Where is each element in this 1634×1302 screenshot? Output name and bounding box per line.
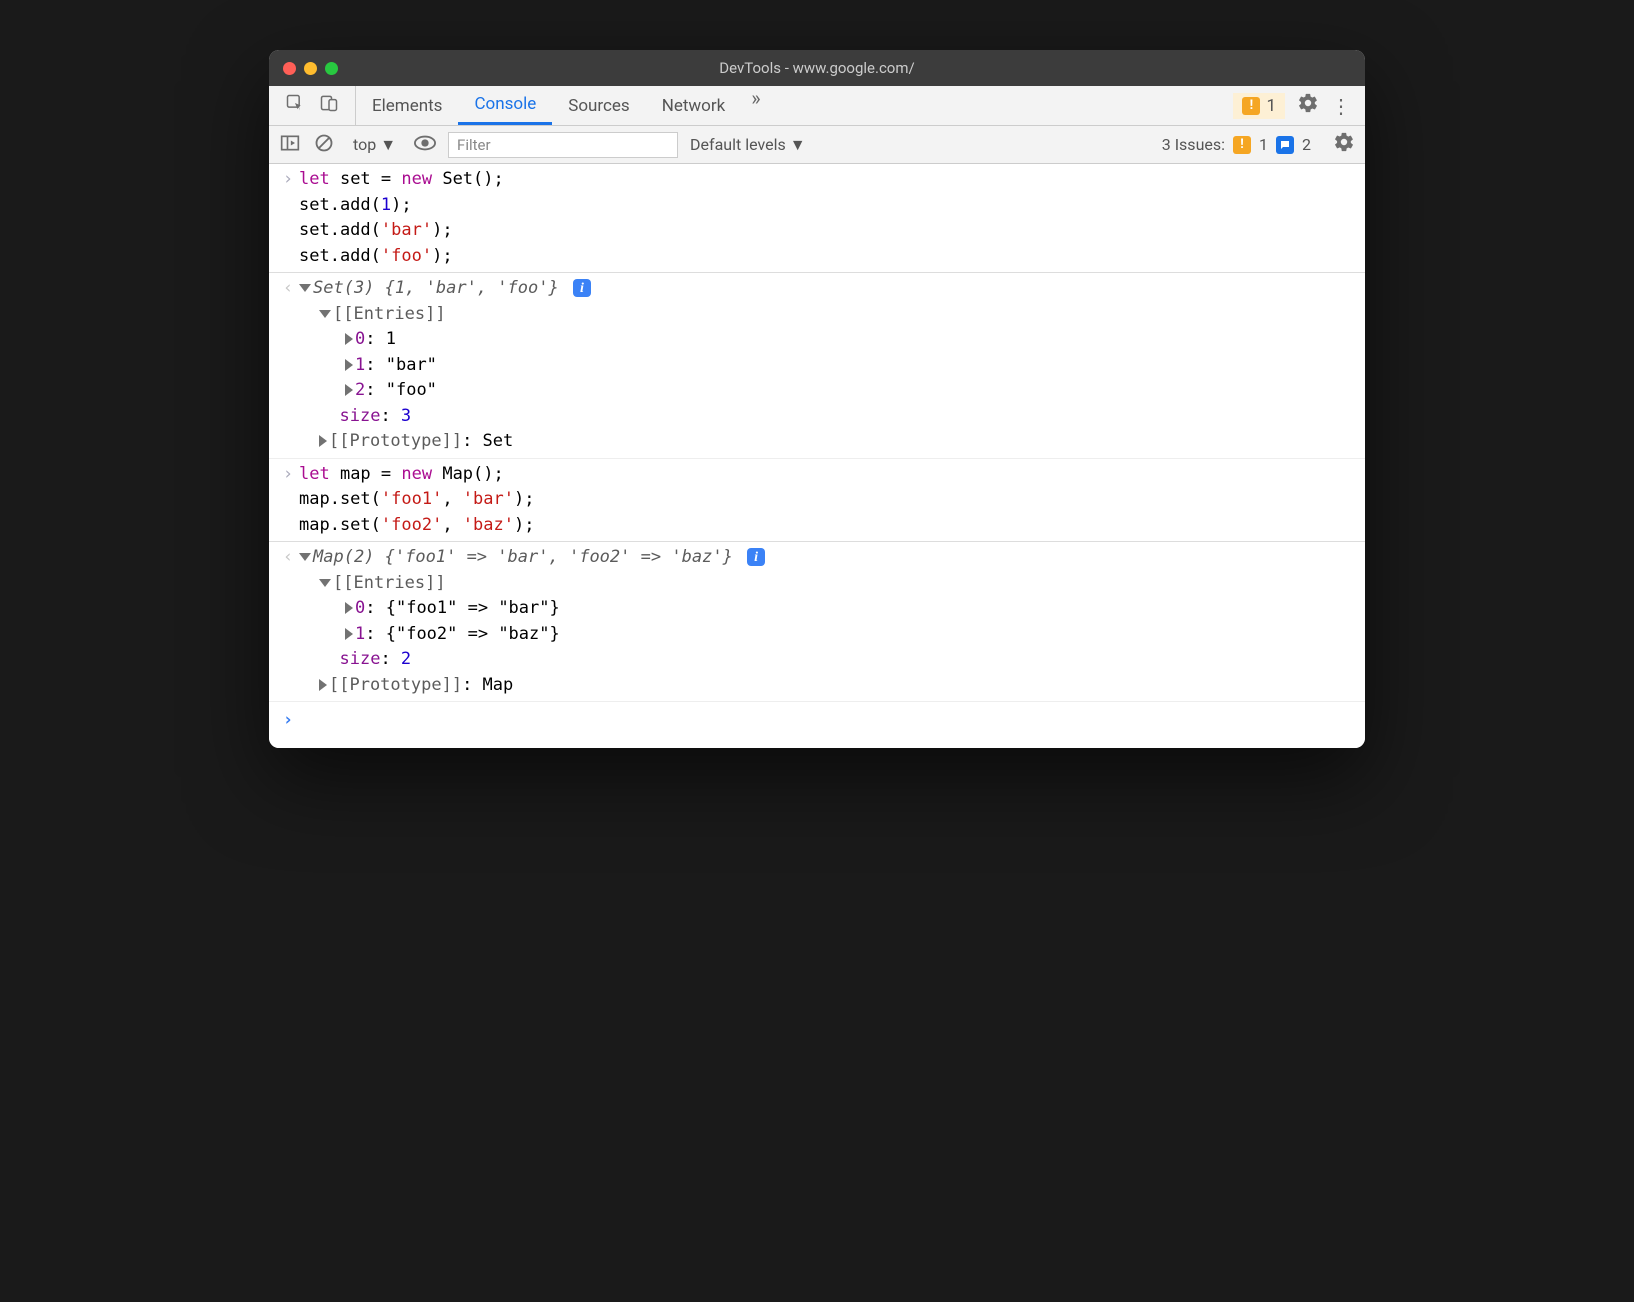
context-selector[interactable]: top ▼ — [347, 135, 402, 155]
filter-input[interactable]: Filter — [448, 132, 678, 158]
levels-label: Default levels — [690, 135, 786, 154]
issues-label: 3 Issues: — [1162, 135, 1225, 154]
devtools-window: DevTools - www.google.com/ Elements Cons… — [269, 50, 1365, 748]
object-tree[interactable]: Map(2) {'foo1' => 'bar', 'foo2' => 'baz'… — [299, 545, 1365, 698]
titlebar: DevTools - www.google.com/ — [269, 50, 1365, 86]
expand-icon[interactable] — [345, 384, 353, 396]
message-icon — [1276, 136, 1294, 154]
warning-count: 1 — [1266, 96, 1276, 116]
live-expression-icon[interactable] — [414, 135, 436, 155]
expand-icon[interactable] — [345, 628, 353, 640]
window-controls — [269, 62, 338, 75]
prompt-chevron-icon: › — [277, 708, 299, 734]
issues-summary[interactable]: 3 Issues: ! 1 2 — [1162, 135, 1311, 154]
tab-sources[interactable]: Sources — [552, 86, 645, 125]
console-input-row: › let set = new Set(); set.add(1); set.a… — [269, 164, 1365, 272]
console-input-row: › let map = new Map(); map.set('foo1', '… — [269, 459, 1365, 542]
console-output: › let set = new Set(); set.add(1); set.a… — [269, 164, 1365, 748]
more-tabs-icon[interactable]: » — [741, 86, 770, 125]
tab-network[interactable]: Network — [646, 86, 742, 125]
expand-icon[interactable] — [299, 553, 311, 561]
issues-msg-count: 2 — [1302, 135, 1311, 154]
inspect-icon[interactable] — [285, 93, 305, 118]
maximize-icon[interactable] — [325, 62, 338, 75]
output-chevron-icon: ‹ — [277, 276, 299, 455]
input-chevron-icon: › — [277, 167, 299, 269]
log-levels-selector[interactable]: Default levels ▼ — [690, 135, 806, 155]
expand-icon[interactable] — [345, 333, 353, 345]
expand-icon[interactable] — [319, 310, 331, 318]
tab-elements[interactable]: Elements — [356, 86, 458, 125]
console-output-row: ‹ Map(2) {'foo1' => 'bar', 'foo2' => 'ba… — [269, 542, 1365, 702]
expand-icon[interactable] — [319, 435, 327, 447]
console-settings-icon[interactable] — [1333, 131, 1355, 158]
info-icon[interactable]: i — [747, 548, 765, 566]
input-chevron-icon: › — [277, 462, 299, 539]
output-chevron-icon: ‹ — [277, 545, 299, 698]
expand-icon[interactable] — [299, 284, 311, 292]
object-tree[interactable]: Set(3) {1, 'bar', 'foo'} i [[Entries]]0:… — [299, 276, 1365, 455]
prompt-input[interactable] — [299, 708, 1365, 734]
warnings-badge[interactable]: ! 1 — [1233, 93, 1285, 119]
console-toolbar: top ▼ Filter Default levels ▼ 3 Issues: … — [269, 126, 1365, 164]
chevron-down-icon: ▼ — [790, 135, 806, 155]
device-toggle-icon[interactable] — [319, 93, 339, 118]
expand-icon[interactable] — [319, 579, 331, 587]
chevron-down-icon: ▼ — [380, 135, 396, 155]
context-label: top — [353, 135, 376, 154]
expand-icon[interactable] — [319, 679, 327, 691]
warning-icon: ! — [1233, 136, 1251, 154]
window-title: DevTools - www.google.com/ — [269, 59, 1365, 77]
console-output-row: ‹ Set(3) {1, 'bar', 'foo'} i [[Entries]]… — [269, 273, 1365, 459]
issues-warn-count: 1 — [1259, 135, 1268, 154]
info-icon[interactable]: i — [573, 279, 591, 297]
settings-icon[interactable] — [1297, 92, 1319, 119]
panel-tabs: Elements Console Sources Network » ! 1 ⋮ — [269, 86, 1365, 126]
expand-icon[interactable] — [345, 359, 353, 371]
kebab-menu-icon[interactable]: ⋮ — [1331, 94, 1351, 118]
clear-console-icon[interactable] — [313, 133, 335, 157]
minimize-icon[interactable] — [304, 62, 317, 75]
code-input: let set = new Set(); set.add(1); set.add… — [299, 167, 1365, 269]
code-input: let map = new Map(); map.set('foo1', 'ba… — [299, 462, 1365, 539]
expand-icon[interactable] — [345, 602, 353, 614]
warning-icon: ! — [1242, 97, 1260, 115]
console-prompt[interactable]: › — [269, 702, 1365, 748]
sidebar-toggle-icon[interactable] — [279, 134, 301, 156]
close-icon[interactable] — [283, 62, 296, 75]
tab-console[interactable]: Console — [458, 86, 552, 125]
filter-placeholder: Filter — [457, 136, 491, 154]
